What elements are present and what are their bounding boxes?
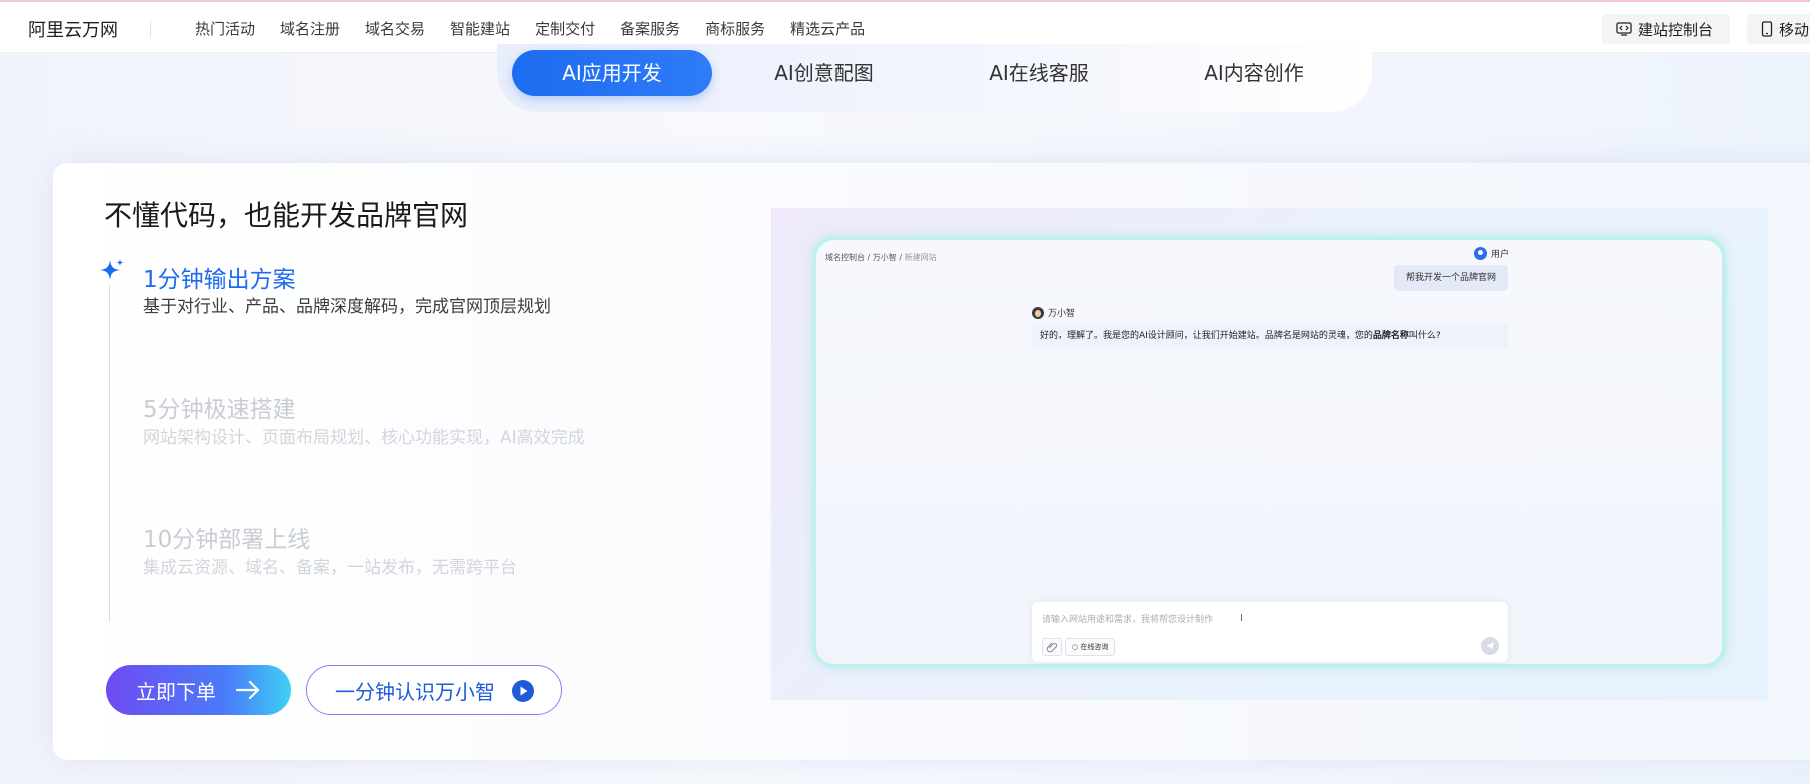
arrow-right-icon (235, 680, 260, 700)
nav-item-icp-filing[interactable]: 备案服务 (620, 18, 680, 39)
logo-divider (150, 21, 151, 37)
breadcrumb-item: 万小智 (872, 253, 897, 262)
nav-item-trademark[interactable]: 商标服务 (705, 18, 765, 39)
step-1-description: 基于对行业、产品、品牌深度解码，完成官网顶层规划 (143, 297, 551, 317)
order-now-label: 立即下单 (136, 679, 216, 704)
site-console-label: 建站控制台 (1638, 20, 1714, 39)
step-3-title[interactable]: 10分钟部署上线 (143, 520, 310, 554)
tab-ai-content-creation[interactable]: AI内容创作 (1154, 50, 1354, 96)
mobile-label: 移动 (1779, 20, 1810, 39)
mobile-phone-icon (1761, 21, 1773, 37)
page-title: 不懂代码，也能开发品牌官网 (104, 199, 469, 232)
bot-message-emphasis: 品牌名称 (1372, 331, 1409, 341)
send-icon[interactable] (1481, 637, 1499, 655)
nav-item-hot-events[interactable]: 热门活动 (195, 18, 255, 39)
preview-breadcrumb: 域名控制台 / 万小智 / 新建网站 (825, 252, 937, 263)
step-2-title[interactable]: 5分钟极速搭建 (143, 390, 296, 424)
site-logo[interactable]: 阿里云万网 (28, 16, 118, 42)
chat-input-placeholder: 请输入网站用途和需求，我将帮您设计制作 (1042, 615, 1214, 625)
site-console-button[interactable]: 建站控制台 (1602, 14, 1730, 44)
step-3-description: 集成云资源、域名、备案，一站发布，无需跨平台 (143, 558, 517, 578)
intro-video-button[interactable]: 一分钟认识万小智 (306, 665, 562, 715)
step-2-description: 网站架构设计、页面布局规划、核心功能实现，AI高效完成 (143, 428, 585, 448)
intro-video-label: 一分钟认识万小智 (335, 679, 495, 704)
bot-message-bubble: 好的，理解了。我是您的AI设计顾问，让我们开始建站。品牌名是网站的灵魂，您的品牌… (1032, 323, 1508, 349)
bot-message-text: 好的，理解了。我是您的AI设计顾问，让我们开始建站。品牌名是网站的灵魂，您的 (1040, 331, 1373, 341)
nav-item-custom-delivery[interactable]: 定制交付 (535, 18, 595, 39)
bot-message-text-end: 叫什么? (1408, 331, 1441, 341)
step-1-title[interactable]: 1分钟输出方案 (143, 260, 296, 294)
mobile-button[interactable]: 移动 (1747, 14, 1810, 44)
feature-tabs: AI应用开发 AI创意配图 AI在线客服 AI内容创作 (497, 44, 1372, 112)
text-cursor-icon: I (1240, 613, 1243, 624)
nav-item-domain-trade[interactable]: 域名交易 (365, 18, 425, 39)
user-message-bubble: 帮我开发一个品牌官网 (1394, 265, 1508, 291)
bot-avatar-icon (1032, 306, 1044, 319)
sparkle-icon (100, 259, 124, 280)
tab-ai-app-dev[interactable]: AI应用开发 (512, 50, 712, 96)
bot-label: 万小智 (1048, 309, 1076, 319)
timeline-divider (109, 285, 110, 622)
nav-item-smart-site[interactable]: 智能建站 (450, 18, 510, 39)
tab-ai-customer-service[interactable]: AI在线客服 (939, 50, 1139, 96)
online-consult-label: 在线咨询 (1080, 643, 1109, 651)
user-label: 用户 (1491, 250, 1510, 260)
breadcrumb-item: 域名控制台 (825, 253, 865, 262)
online-consult-button[interactable]: ○ 在线咨询 (1065, 638, 1116, 656)
preview-chat-input[interactable]: 请输入网站用途和需求，我将帮您设计制作 I ○ 在线咨询 (1032, 602, 1508, 662)
attach-icon[interactable] (1042, 638, 1062, 656)
bot-message-header: 万小智 (1032, 306, 1075, 319)
breadcrumb-item: 新建网站 (904, 253, 937, 262)
main-nav: 热门活动 域名注册 域名交易 智能建站 定制交付 备案服务 商标服务 精选云产品 (195, 18, 890, 39)
code-window-icon (1616, 22, 1632, 36)
tab-ai-creative-image[interactable]: AI创意配图 (724, 50, 924, 96)
nav-item-domain-register[interactable]: 域名注册 (280, 18, 340, 39)
order-now-button[interactable]: 立即下单 (106, 665, 291, 715)
play-icon (512, 680, 534, 702)
user-message-header: 用户 (1474, 247, 1509, 260)
nav-item-cloud-products[interactable]: 精选云产品 (790, 18, 865, 39)
user-avatar-icon (1474, 247, 1487, 260)
headset-icon: ○ (1072, 643, 1079, 651)
